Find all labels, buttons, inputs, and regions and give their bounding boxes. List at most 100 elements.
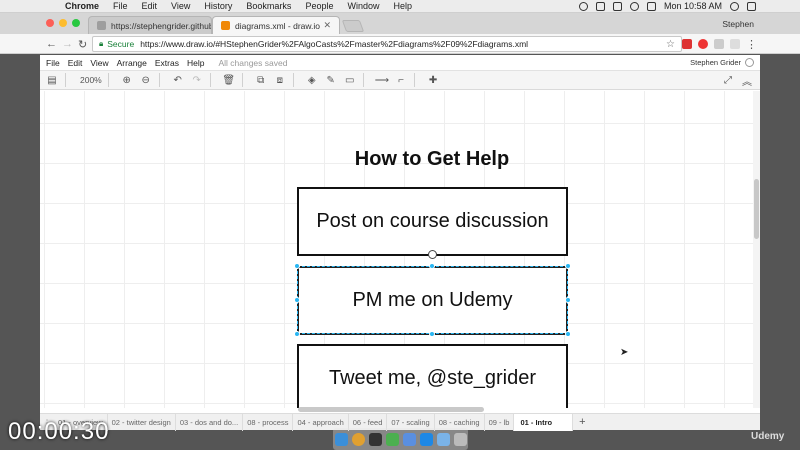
record-icon[interactable] (578, 1, 588, 11)
connection-icon[interactable]: ⟶ (375, 73, 389, 87)
trash-icon[interactable] (453, 432, 467, 446)
close-window-button[interactable] (46, 19, 54, 27)
fill-color-icon[interactable]: ◈ (305, 73, 319, 87)
diagram-canvas[interactable]: How to Get Help Post on course discussio… (40, 91, 756, 408)
rotate-handle-icon[interactable] (428, 250, 437, 259)
folder-icon[interactable] (436, 432, 450, 446)
resize-handle[interactable] (565, 297, 571, 303)
menu-edit[interactable]: Edit (68, 58, 89, 68)
new-tab-button[interactable] (341, 20, 365, 32)
chrome-icon[interactable] (351, 432, 365, 446)
mac-menu-edit[interactable]: Edit (135, 1, 165, 11)
collapse-icon[interactable]: ︽ (740, 73, 754, 88)
mac-menu-view[interactable]: View (164, 1, 197, 11)
vertical-scrollbar[interactable] (753, 91, 760, 408)
secure-label: Secure (107, 39, 135, 49)
resize-handle[interactable] (565, 263, 571, 269)
menu-arrange[interactable]: Arrange (117, 58, 153, 68)
extension-icon[interactable] (714, 39, 724, 49)
battery-icon[interactable] (646, 1, 656, 11)
resize-handle[interactable] (429, 263, 435, 269)
mac-app-name[interactable]: Chrome (58, 1, 106, 11)
resize-handle[interactable] (294, 297, 300, 303)
browser-tab-github[interactable]: https://stephengrider.github.io ✕ (88, 16, 212, 34)
waypoints-icon[interactable]: ⌐ (394, 73, 408, 87)
user-icon[interactable] (745, 58, 754, 67)
clock[interactable]: Mon 10:58 AM (664, 1, 722, 11)
resize-handle[interactable] (294, 263, 300, 269)
fullscreen-icon[interactable]: ⤢ (721, 73, 735, 87)
delete-icon[interactable]: 🗑︎ (222, 73, 236, 87)
box-label: Post on course discussion (316, 210, 549, 232)
divider (107, 73, 109, 87)
format-panel-icon[interactable]: ▤ (45, 73, 59, 87)
terminal-icon[interactable] (368, 432, 382, 446)
drawio-favicon-icon (221, 21, 230, 30)
app-icon[interactable] (402, 432, 416, 446)
minimize-window-button[interactable] (59, 19, 67, 27)
diagram-box[interactable]: Post on course discussion (297, 187, 568, 256)
app-icon[interactable] (385, 432, 399, 446)
search-icon[interactable] (730, 1, 739, 11)
mac-menu-file[interactable]: File (106, 1, 135, 11)
undo-icon[interactable]: ↶ (171, 73, 185, 87)
scroll-thumb[interactable] (754, 179, 759, 239)
forward-icon[interactable]: → (62, 38, 73, 50)
app-menubar: File Edit View Arrange Extras Help All c… (40, 55, 760, 70)
page-tab[interactable]: 08 - process (243, 413, 294, 431)
back-icon[interactable]: ← (46, 38, 57, 50)
diagram-box-selected[interactable]: PM me on Udemy (297, 266, 568, 335)
mac-menubar: Chrome File Edit View History Bookmarks … (0, 0, 800, 13)
horizontal-scrollbar[interactable] (298, 407, 484, 412)
notification-center-icon[interactable] (747, 1, 756, 11)
lock-icon: 🔒︎ (99, 39, 104, 48)
diagram-box[interactable]: Tweet me, @ste_grider (297, 344, 568, 408)
insert-icon[interactable]: ✚ (426, 73, 440, 87)
mac-menu-help[interactable]: Help (386, 1, 419, 11)
zoom-in-icon[interactable]: ⊕ (120, 73, 134, 87)
menu-view[interactable]: View (90, 58, 114, 68)
diagram-title[interactable]: How to Get Help (298, 148, 566, 171)
menu-file[interactable]: File (46, 58, 66, 68)
reload-icon[interactable]: ↻ (78, 38, 87, 51)
video-timer: 00:00:30 (8, 418, 110, 445)
finder-icon[interactable] (334, 432, 348, 446)
add-page-icon[interactable]: + (579, 416, 585, 428)
mac-menu-people[interactable]: People (298, 1, 340, 11)
url-text: https://www.draw.io/#HStephenGrider%2FAl… (140, 39, 529, 49)
zoom-select[interactable]: 200% (80, 73, 102, 87)
extension-icon[interactable] (730, 39, 740, 49)
shadow-icon[interactable]: ▭ (343, 73, 357, 87)
mac-menu-history[interactable]: History (197, 1, 239, 11)
to-front-icon[interactable]: ⧉ (254, 73, 268, 87)
mac-menu-window[interactable]: Window (340, 1, 386, 11)
zoom-window-button[interactable] (72, 19, 80, 27)
page-tab[interactable]: 03 - dos and do... (176, 413, 244, 431)
opera-icon[interactable] (698, 39, 708, 49)
extension-icon[interactable] (682, 39, 692, 49)
resize-handle[interactable] (294, 331, 300, 337)
zoom-out-icon[interactable]: ⊖ (139, 73, 153, 87)
redo-icon[interactable]: ↷ (190, 73, 204, 87)
browser-tab-drawio[interactable]: diagrams.xml - draw.io ✕ (212, 16, 340, 34)
resize-handle[interactable] (565, 331, 571, 337)
resize-handle[interactable] (429, 331, 435, 337)
profile-name[interactable]: Stephen (722, 19, 754, 29)
glasses-icon[interactable] (612, 1, 622, 11)
user-name[interactable]: Stephen Grider (690, 58, 741, 67)
close-tab-icon[interactable]: ✕ (323, 20, 331, 31)
line-color-icon[interactable]: ✎ (324, 73, 338, 87)
wifi-icon[interactable] (629, 1, 639, 11)
page-tab[interactable]: 09 - lb (485, 413, 515, 431)
address-bar[interactable]: 🔒︎ Secure https://www.draw.io/#HStephenG… (92, 36, 682, 52)
page-tab[interactable]: 02 - twitter design (108, 413, 176, 431)
menu-extras[interactable]: Extras (155, 58, 185, 68)
menu-help[interactable]: Help (187, 58, 210, 68)
page-tab-active[interactable]: 01 - Intro (514, 413, 574, 431)
to-back-icon[interactable]: ⧈ (273, 73, 287, 87)
app-icon[interactable] (419, 432, 433, 446)
bookmark-star-icon[interactable]: ☆ (666, 39, 675, 50)
mac-menu-bookmarks[interactable]: Bookmarks (239, 1, 298, 11)
chrome-menu-icon[interactable]: ⋮ (746, 38, 757, 51)
dropbox-icon[interactable] (595, 1, 605, 11)
